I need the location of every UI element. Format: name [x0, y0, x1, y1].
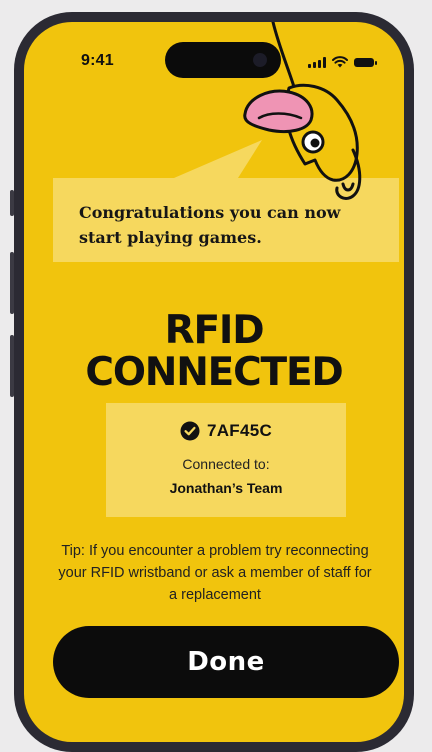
- title-line-2: CONNECTED: [85, 350, 343, 395]
- page-title: RFID CONNECTED: [24, 310, 404, 394]
- phone-screen: 9:41 Congratulations you can now start p…: [24, 22, 404, 742]
- done-button[interactable]: Done: [53, 626, 399, 698]
- phone-side-button: [10, 190, 14, 216]
- rfid-id: 7AF45C: [206, 421, 273, 440]
- title-line-1: RFID: [164, 308, 265, 353]
- rfid-id-row: 7AF45C: [106, 421, 346, 441]
- connected-label: Connected to:: [182, 456, 270, 472]
- tip-text: Tip: If you encounter a problem try reco…: [58, 543, 372, 603]
- team-name: Jonathan’s Team: [169, 480, 283, 496]
- check-circle-icon: [180, 421, 200, 441]
- phone-side-button: [10, 335, 14, 397]
- rfid-status-card: 7AF45C Connected to: Jonathan’s Team: [106, 403, 346, 517]
- phone-side-button: [10, 252, 14, 314]
- mascot-illustration: [243, 22, 362, 200]
